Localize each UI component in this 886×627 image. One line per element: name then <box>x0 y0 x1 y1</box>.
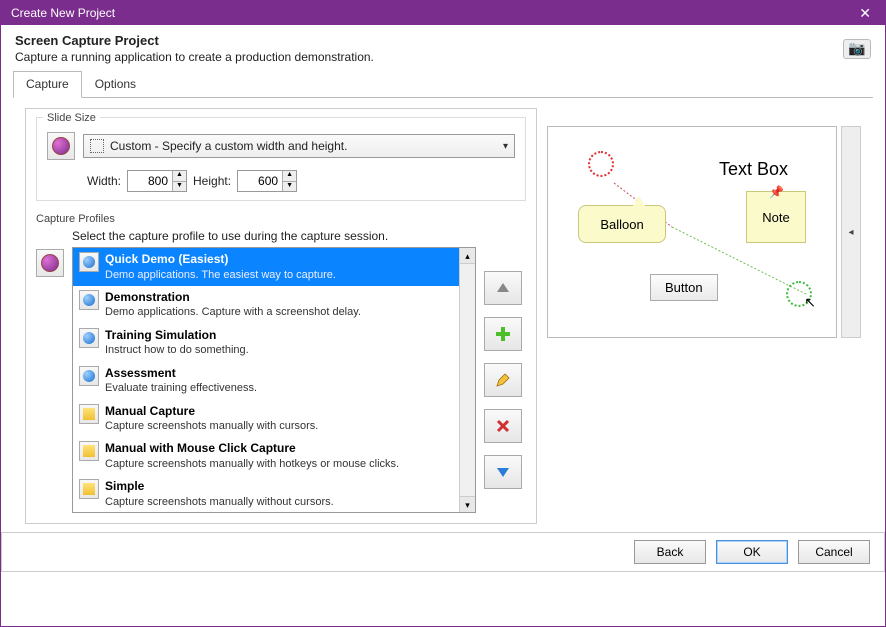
left-panel: Slide Size Custom - Specify a custom wid… <box>25 108 537 524</box>
profile-item-desc: Demo applications. Capture with a screen… <box>105 305 361 319</box>
delete-button[interactable] <box>484 409 522 443</box>
dialog-window: Create New Project ✕ Screen Capture Proj… <box>0 0 886 627</box>
width-spinner[interactable]: ▲ ▼ <box>127 170 187 192</box>
profile-item-title: Manual with Mouse Click Capture <box>105 441 399 457</box>
edit-button[interactable] <box>484 363 522 397</box>
profile-item-icon <box>79 290 99 310</box>
profile-item[interactable]: Manual with Mouse Click CaptureCapture s… <box>73 437 459 475</box>
profile-item-desc: Instruct how to do something. <box>105 343 249 357</box>
cancel-button[interactable]: Cancel <box>798 540 870 564</box>
width-label: Width: <box>87 174 121 188</box>
titlebar: Create New Project ✕ <box>1 1 885 25</box>
tab-options[interactable]: Options <box>82 71 149 98</box>
profile-item-title: Quick Demo (Easiest) <box>105 252 336 268</box>
capture-profiles-group: Capture Profiles Select the capture prof… <box>36 213 526 513</box>
add-button[interactable] <box>484 317 522 351</box>
preview-panel: Text Box Balloon Note 📌 Button ↖ <box>547 126 837 338</box>
profile-item[interactable]: Quick Demo (Easiest)Demo applications. T… <box>73 248 459 286</box>
profile-item-desc: Capture screenshots manually with hotkey… <box>105 457 399 471</box>
preview-cursor-icon: ↖ <box>804 294 816 311</box>
profile-item[interactable]: DemonstrationDemo applications. Capture … <box>73 286 459 324</box>
tab-capture[interactable]: Capture <box>13 71 82 98</box>
header-title: Screen Capture Project <box>15 33 374 48</box>
profile-item-title: Simple <box>105 479 334 495</box>
profiles-hint: Select the capture profile to use during… <box>72 229 476 243</box>
slide-size-combo[interactable]: Custom - Specify a custom width and heig… <box>83 134 515 158</box>
listbox-scrollbar[interactable]: ▴ ▾ <box>459 248 475 512</box>
move-up-button[interactable] <box>484 271 522 305</box>
crop-marks-icon <box>90 139 104 153</box>
tab-bar: CaptureOptions <box>13 70 873 98</box>
scroll-up-icon[interactable]: ▴ <box>460 248 475 264</box>
header: Screen Capture Project Capture a running… <box>1 25 885 70</box>
header-description: Capture a running application to create … <box>15 50 374 64</box>
preview-collapse-toggle[interactable]: ◂ <box>841 126 861 338</box>
slide-size-label: Slide Size <box>43 112 100 124</box>
preview-target-start-icon <box>588 151 614 177</box>
profile-item[interactable]: Training SimulationInstruct how to do so… <box>73 324 459 362</box>
chevron-down-icon: ▾ <box>503 141 508 152</box>
profile-item[interactable]: SimpleCapture screenshots manually witho… <box>73 475 459 512</box>
profiles-listbox[interactable]: Quick Demo (Easiest)Demo applications. T… <box>72 247 476 513</box>
profile-item-title: Manual Capture <box>105 404 318 420</box>
width-down[interactable]: ▼ <box>173 182 186 192</box>
width-up[interactable]: ▲ <box>173 171 186 182</box>
slide-size-group: Slide Size Custom - Specify a custom wid… <box>36 117 526 201</box>
capture-profiles-label: Capture Profiles <box>36 213 526 225</box>
profile-item[interactable]: AssessmentEvaluate training effectivenes… <box>73 362 459 400</box>
slide-size-combo-text: Custom - Specify a custom width and heig… <box>110 139 503 153</box>
profile-item-icon <box>79 441 99 461</box>
chevron-left-icon: ◂ <box>848 227 853 238</box>
tabs-wrap: CaptureOptions Slide Size Custom - Speci… <box>1 70 885 532</box>
height-label: Height: <box>193 174 231 188</box>
preview-pin-icon: 📌 <box>769 185 784 199</box>
footer: Back OK Cancel <box>1 532 885 572</box>
height-up[interactable]: ▲ <box>283 171 296 182</box>
preview-textbox-label: Text Box <box>719 159 788 180</box>
project-type-icon <box>47 132 75 160</box>
profile-item-icon <box>79 404 99 424</box>
camera-icon: 📷 <box>843 39 871 59</box>
scroll-down-icon[interactable]: ▾ <box>460 496 475 512</box>
profile-item-title: Demonstration <box>105 290 361 306</box>
height-input[interactable] <box>238 171 282 191</box>
profile-item[interactable]: Manual CaptureCapture screenshots manual… <box>73 400 459 438</box>
titlebar-title: Create New Project <box>11 6 115 20</box>
ok-button[interactable]: OK <box>716 540 788 564</box>
tab-content: Slide Size Custom - Specify a custom wid… <box>13 98 873 532</box>
preview-wrap: Text Box Balloon Note 📌 Button ↖ ◂ <box>547 108 861 524</box>
width-input[interactable] <box>128 171 172 191</box>
profile-item-title: Training Simulation <box>105 328 249 344</box>
profile-item-icon <box>79 252 99 272</box>
profile-item-title: Assessment <box>105 366 257 382</box>
profile-item-icon <box>79 328 99 348</box>
preview-button: Button <box>650 274 718 301</box>
profile-item-desc: Demo applications. The easiest way to ca… <box>105 268 336 282</box>
profile-item-icon <box>79 366 99 386</box>
height-down[interactable]: ▼ <box>283 182 296 192</box>
close-button[interactable]: ✕ <box>855 5 875 22</box>
profile-item-desc: Evaluate training effectiveness. <box>105 381 257 395</box>
profile-item-icon <box>79 479 99 499</box>
back-button[interactable]: Back <box>634 540 706 564</box>
preview-balloon: Balloon <box>578 205 666 243</box>
profile-item-desc: Capture screenshots manually with cursor… <box>105 419 318 433</box>
move-down-button[interactable] <box>484 455 522 489</box>
height-spinner[interactable]: ▲ ▼ <box>237 170 297 192</box>
profile-item-desc: Capture screenshots manually without cur… <box>105 495 334 509</box>
profiles-icon <box>36 249 64 277</box>
